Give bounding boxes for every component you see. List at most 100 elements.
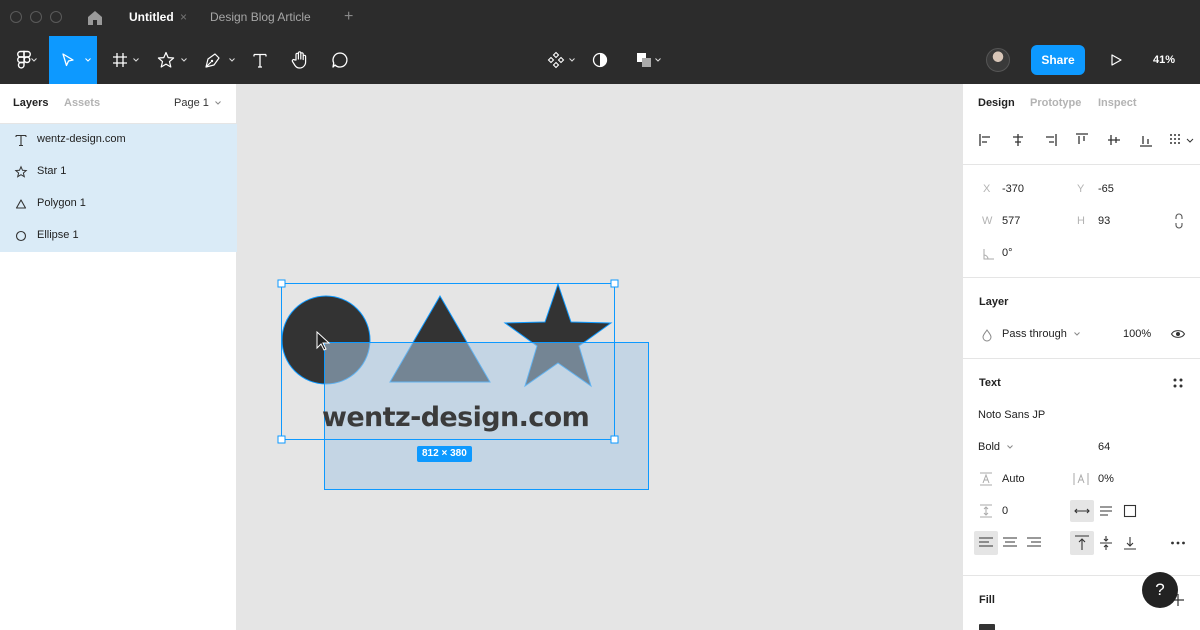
resize-handle[interactable]: [610, 279, 619, 288]
width-input[interactable]: 577: [1002, 215, 1020, 227]
tab-design-blog-article[interactable]: Design Blog Article: [210, 0, 311, 36]
tab-untitled[interactable]: Untitled: [129, 0, 174, 36]
text-styles-icon[interactable]: [1170, 375, 1186, 391]
tab-prototype[interactable]: Prototype: [1030, 97, 1081, 109]
resize-handle[interactable]: [610, 435, 619, 444]
blend-drop-icon: [982, 329, 992, 342]
chevron-down-icon: [1007, 445, 1013, 449]
layer-row-star[interactable]: Star 1: [0, 156, 237, 188]
window-minimize-button[interactable]: [30, 11, 42, 23]
blend-mode-select[interactable]: Pass through: [1002, 328, 1081, 340]
hand-icon: [291, 51, 307, 69]
canvas[interactable]: wentz-design.com 812 × 380: [237, 84, 962, 630]
tab-close-icon[interactable]: ×: [180, 0, 187, 36]
text-icon: [15, 134, 27, 147]
present-button[interactable]: [1104, 36, 1128, 84]
layer-row-text[interactable]: wentz-design.com: [0, 124, 237, 156]
constrain-proportions-icon[interactable]: [1171, 213, 1187, 229]
auto-width-icon[interactable]: [1070, 500, 1094, 522]
home-icon[interactable]: [86, 9, 104, 27]
eye-icon[interactable]: [1170, 326, 1186, 342]
tab-assets[interactable]: Assets: [64, 97, 100, 109]
frame-tool-button[interactable]: [104, 36, 144, 84]
properties-panel: Design Prototype Inspect X -370 Y -65 W …: [962, 84, 1200, 630]
chevron-down-icon[interactable]: [1182, 132, 1198, 148]
align-bottom-icon[interactable]: [1138, 132, 1154, 148]
user-avatar[interactable]: [986, 48, 1010, 72]
mask-button[interactable]: [588, 36, 612, 84]
letter-spacing-input[interactable]: 0%: [1098, 473, 1114, 485]
paragraph-spacing-input[interactable]: 0: [1002, 505, 1008, 517]
align-left-icon[interactable]: [978, 132, 994, 148]
chevron-down-icon: [229, 58, 235, 62]
star-icon: [157, 51, 175, 68]
fill-color-swatch[interactable]: [979, 624, 995, 630]
move-tool-button[interactable]: [49, 36, 97, 84]
canvas-text-layer[interactable]: wentz-design.com: [322, 402, 590, 433]
window-close-button[interactable]: [10, 11, 22, 23]
align-right-icon[interactable]: [1042, 132, 1058, 148]
height-input[interactable]: 93: [1098, 215, 1110, 227]
y-input[interactable]: -65: [1098, 183, 1114, 195]
chevron-down-icon: [181, 58, 187, 62]
layer-row-ellipse[interactable]: Ellipse 1: [0, 220, 237, 252]
font-weight-value: Bold: [978, 441, 1001, 453]
text-align-center-icon[interactable]: [1002, 535, 1018, 551]
resize-handle[interactable]: [277, 435, 286, 444]
pen-tool-button[interactable]: [196, 36, 238, 84]
layer-section-title: Layer: [979, 296, 1009, 308]
help-button[interactable]: ?: [1142, 572, 1178, 608]
shape-tool-button[interactable]: [150, 36, 190, 84]
opacity-input[interactable]: 100%: [1123, 328, 1151, 340]
vertical-align-top-icon[interactable]: [1070, 531, 1094, 555]
components-button[interactable]: [540, 36, 580, 84]
text-align-left-icon[interactable]: [974, 531, 998, 555]
toolbar: Share 41%: [0, 36, 1200, 98]
h-label: H: [1077, 215, 1085, 227]
window-maximize-button[interactable]: [50, 11, 62, 23]
text-t-icon: [253, 53, 267, 68]
comment-tool-button[interactable]: [326, 36, 354, 84]
contrast-mask-icon: [592, 52, 608, 68]
tab-layers[interactable]: Layers: [13, 97, 48, 109]
layer-row-polygon[interactable]: Polygon 1: [0, 188, 237, 220]
new-tab-button[interactable]: +: [344, 0, 353, 36]
font-size-input[interactable]: 64: [1098, 441, 1110, 453]
divider: [963, 358, 1200, 359]
align-vertical-center-icon[interactable]: [1106, 132, 1122, 148]
layers-panel: Layers Assets Page 1 wentz-design.com St…: [0, 84, 237, 630]
canvas-artwork: [277, 279, 649, 490]
layer-name: Star 1: [37, 165, 67, 177]
line-height-input[interactable]: Auto: [1002, 473, 1025, 485]
resize-handle[interactable]: [277, 279, 286, 288]
align-horizontal-center-icon[interactable]: [1010, 132, 1026, 148]
more-options-icon[interactable]: [1170, 535, 1186, 551]
share-button[interactable]: Share: [1031, 45, 1085, 75]
text-align-right-icon[interactable]: [1026, 535, 1042, 551]
layer-name: wentz-design.com: [37, 133, 126, 145]
chevron-down-icon: [85, 58, 91, 62]
font-weight-select[interactable]: Bold: [978, 441, 1014, 453]
vertical-align-bottom-icon[interactable]: [1122, 535, 1138, 551]
zoom-level[interactable]: 41%: [1153, 36, 1175, 84]
fixed-size-icon[interactable]: [1122, 503, 1138, 519]
tab-design[interactable]: Design: [978, 97, 1015, 109]
divider: [963, 164, 1200, 165]
hand-tool-button[interactable]: [286, 36, 314, 84]
ellipse-icon: [15, 230, 27, 242]
text-tool-button[interactable]: [246, 36, 274, 84]
main-menu-button[interactable]: [0, 36, 48, 84]
tab-inspect[interactable]: Inspect: [1098, 97, 1137, 109]
boolean-ops-button[interactable]: [628, 36, 668, 84]
auto-height-icon[interactable]: [1098, 503, 1114, 519]
x-input[interactable]: -370: [1002, 183, 1024, 195]
rotation-input[interactable]: 0°: [1002, 247, 1013, 259]
vertical-align-middle-icon[interactable]: [1098, 535, 1114, 551]
layer-name: Ellipse 1: [37, 229, 79, 241]
components-icon: [547, 51, 565, 69]
page-selector[interactable]: Page 1: [174, 97, 222, 109]
page-name: Page 1: [174, 97, 209, 109]
align-top-icon[interactable]: [1074, 132, 1090, 148]
font-family-select[interactable]: Noto Sans JP: [978, 409, 1045, 421]
text-section-title: Text: [979, 377, 1001, 389]
